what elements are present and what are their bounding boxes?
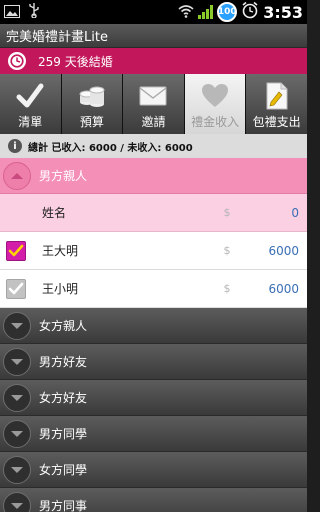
status-left <box>4 2 40 22</box>
alarm-icon <box>241 1 259 23</box>
received-checkbox[interactable] <box>6 278 26 299</box>
chevron-down-icon[interactable] <box>3 383 31 412</box>
wedding-countdown-bar[interactable]: 259 天後結婚 <box>0 48 307 74</box>
tab-label: 清單 <box>18 115 43 129</box>
status-clock: 3:53 <box>263 2 303 22</box>
guest-name: 王小明 <box>42 282 79 296</box>
name-column-header: 姓名 <box>42 206 67 220</box>
chevron-down-icon[interactable] <box>3 491 31 512</box>
envelope-icon <box>138 81 168 111</box>
wifi-icon <box>178 3 194 22</box>
app-title: 完美婚禮計畫Lite <box>6 30 108 45</box>
battery-badge: 100 <box>217 2 238 22</box>
tab-label: 邀請 <box>141 115 166 129</box>
tab-invitations[interactable]: 邀請 <box>123 74 185 134</box>
currency-symbol: $ <box>223 282 231 295</box>
group-groom-classmates[interactable]: 男方同學 <box>0 416 307 452</box>
group-groom-family[interactable]: 男方親人 <box>0 158 307 194</box>
tab-checklist[interactable]: 清單 <box>0 74 62 134</box>
signal-icon <box>198 5 214 19</box>
chevron-down-icon[interactable] <box>3 311 31 340</box>
tab-label: 包禮支出 <box>252 115 301 129</box>
group-total-amount: 0 <box>291 205 299 220</box>
group-label: 男方同事 <box>39 499 88 512</box>
income-summary: i 總計 已收入: 6000 / 未收入: 6000 <box>0 134 307 158</box>
main-tabs: 清單 預算 邀請 禮金收入 包禮支出 <box>0 74 307 134</box>
chevron-up-icon[interactable] <box>3 161 31 190</box>
app-title-bar: 完美婚禮計畫Lite <box>0 24 307 48</box>
status-bar: 100 3:53 <box>0 0 307 24</box>
gift-amount[interactable]: 6000 <box>237 244 307 258</box>
chevron-down-icon[interactable] <box>3 419 31 448</box>
clock-icon <box>8 52 26 70</box>
tab-label: 禮金收入 <box>191 115 240 129</box>
list-header-row: 姓名 $ 0 <box>0 194 307 232</box>
info-icon: i <box>8 139 22 153</box>
tab-label: 預算 <box>79 115 104 129</box>
coins-icon <box>77 81 107 111</box>
group-bride-family[interactable]: 女方親人 <box>0 308 307 344</box>
tab-budget[interactable]: 預算 <box>61 74 124 134</box>
screen: 100 3:53 完美婚禮計畫Lite 259 天後結婚 清單 預算 邀請 禮金… <box>0 0 307 512</box>
status-right: 100 3:53 <box>178 1 303 23</box>
group-label: 男方同學 <box>39 427 88 441</box>
checkmark-icon <box>15 81 45 111</box>
document-icon <box>262 81 292 111</box>
tab-gift-income[interactable]: 禮金收入 <box>184 74 247 134</box>
group-label: 男方好友 <box>39 355 88 369</box>
group-label: 女方親人 <box>39 319 88 333</box>
group-bride-friends[interactable]: 女方好友 <box>0 380 307 416</box>
heart-icon <box>200 81 230 111</box>
guest-name: 王大明 <box>42 244 79 258</box>
currency-symbol: $ <box>223 244 231 257</box>
group-groom-friends[interactable]: 男方好友 <box>0 344 307 380</box>
list-item[interactable]: 王小明 $ 6000 <box>0 270 307 308</box>
group-bride-classmates[interactable]: 女方同學 <box>0 452 307 488</box>
group-groom-coworkers[interactable]: 男方同事 <box>0 488 307 512</box>
image-notification-icon <box>4 3 20 22</box>
usb-icon <box>28 2 40 22</box>
summary-text: 總計 已收入: 6000 / 未收入: 6000 <box>28 142 193 154</box>
group-label: 女方好友 <box>39 391 88 405</box>
gift-amount[interactable]: 6000 <box>237 282 307 296</box>
chevron-down-icon[interactable] <box>3 347 31 376</box>
group-label: 女方同學 <box>39 463 88 477</box>
chevron-down-icon[interactable] <box>3 455 31 484</box>
group-label: 男方親人 <box>39 169 88 183</box>
tab-gift-expense[interactable]: 包禮支出 <box>246 74 307 134</box>
received-checkbox[interactable] <box>6 240 26 261</box>
list-item[interactable]: 王大明 $ 6000 <box>0 232 307 270</box>
countdown-text: 259 天後結婚 <box>38 54 113 69</box>
currency-symbol: $ <box>223 206 231 219</box>
